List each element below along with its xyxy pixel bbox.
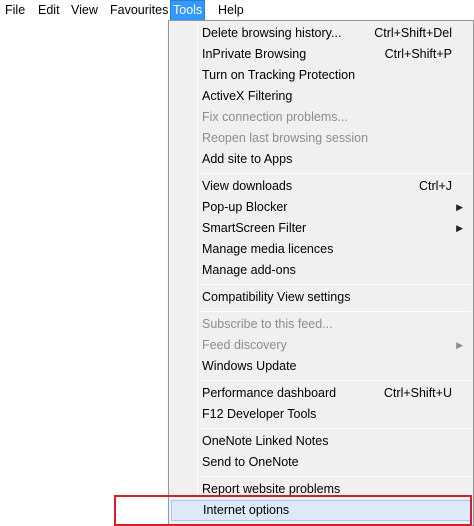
menu-item-compatibility-view-settings[interactable]: Compatibility View settings	[171, 287, 471, 308]
menu-item-activex-filtering[interactable]: ActiveX Filtering	[171, 86, 471, 107]
menu-item-popup-blocker[interactable]: Pop-up Blocker ▶	[171, 197, 471, 218]
submenu-arrow-icon: ▶	[456, 340, 463, 350]
menu-item-label: Manage media licences	[202, 242, 334, 256]
menu-separator	[200, 380, 471, 381]
menu-item-send-to-onenote[interactable]: Send to OneNote	[171, 452, 471, 473]
menu-bar: File Edit View Favourites Tools Help	[0, 0, 474, 21]
menu-item-f12-developer-tools[interactable]: F12 Developer Tools	[171, 404, 471, 425]
menu-item-shortcut: Ctrl+Shift+P	[384, 47, 452, 61]
menu-item-label: F12 Developer Tools	[202, 407, 317, 421]
menu-item-delete-browsing-history[interactable]: Delete browsing history... Ctrl+Shift+De…	[171, 23, 471, 44]
menu-item-onenote-linked-notes[interactable]: OneNote Linked Notes	[171, 431, 471, 452]
menu-separator	[200, 284, 471, 285]
menu-file[interactable]: File	[3, 0, 27, 21]
submenu-arrow-icon: ▶	[456, 202, 463, 212]
menu-item-label: Reopen last browsing session	[202, 131, 369, 145]
menu-item-subscribe-to-feed: Subscribe to this feed...	[171, 314, 471, 335]
menu-item-label: Add site to Apps	[202, 152, 293, 166]
menu-item-windows-update[interactable]: Windows Update	[171, 356, 471, 377]
menu-separator	[200, 311, 471, 312]
menu-item-label: InPrivate Browsing	[202, 47, 307, 61]
menu-item-label: Pop-up Blocker	[202, 200, 288, 214]
menu-item-view-downloads[interactable]: View downloads Ctrl+J	[171, 176, 471, 197]
menu-item-feed-discovery: Feed discovery ▶	[171, 335, 471, 356]
menu-item-add-site-to-apps[interactable]: Add site to Apps	[171, 149, 471, 170]
menu-item-fix-connection-problems: Fix connection problems...	[171, 107, 471, 128]
menu-edit[interactable]: Edit	[36, 0, 62, 21]
menu-item-smartscreen-filter[interactable]: SmartScreen Filter ▶	[171, 218, 471, 239]
menu-item-label: ActiveX Filtering	[202, 89, 293, 103]
menu-item-label: Windows Update	[202, 359, 297, 373]
menu-favourites[interactable]: Favourites	[108, 0, 170, 21]
menu-separator	[200, 173, 471, 174]
menu-tools[interactable]: Tools	[170, 0, 206, 21]
menu-item-label: OneNote Linked Notes	[202, 434, 329, 448]
menu-help[interactable]: Help	[216, 0, 246, 21]
tools-dropdown-menu: Delete browsing history... Ctrl+Shift+De…	[168, 20, 474, 526]
menu-item-label: Performance dashboard	[202, 386, 337, 400]
menu-item-performance-dashboard[interactable]: Performance dashboard Ctrl+Shift+U	[171, 383, 471, 404]
menu-item-label: Compatibility View settings	[202, 290, 351, 304]
menu-item-label: Delete browsing history...	[202, 26, 342, 40]
menu-item-label: Fix connection problems...	[202, 110, 348, 124]
menu-item-shortcut: Ctrl+Shift+U	[383, 386, 452, 400]
menu-item-label: SmartScreen Filter	[202, 221, 307, 235]
menu-item-label: Subscribe to this feed...	[202, 317, 333, 331]
menu-item-manage-add-ons[interactable]: Manage add-ons	[171, 260, 471, 281]
menu-item-manage-media-licences[interactable]: Manage media licences	[171, 239, 471, 260]
menu-separator	[200, 428, 471, 429]
menu-view[interactable]: View	[69, 0, 100, 21]
menu-item-label: View downloads	[202, 179, 293, 193]
menu-item-inprivate-browsing[interactable]: InPrivate Browsing Ctrl+Shift+P	[171, 44, 471, 65]
submenu-arrow-icon: ▶	[456, 223, 463, 233]
highlight-annotation-box	[114, 495, 472, 526]
menu-item-shortcut: Ctrl+J	[419, 179, 452, 193]
menu-item-label: Turn on Tracking Protection	[202, 68, 356, 82]
menu-item-reopen-last-session: Reopen last browsing session	[171, 128, 471, 149]
menu-separator	[200, 476, 471, 477]
menu-item-label: Manage add-ons	[202, 263, 296, 277]
menu-item-shortcut: Ctrl+Shift+Del	[374, 26, 452, 40]
menu-item-tracking-protection[interactable]: Turn on Tracking Protection	[171, 65, 471, 86]
menu-item-label: Send to OneNote	[202, 455, 299, 469]
menu-item-label: Feed discovery	[202, 338, 287, 352]
